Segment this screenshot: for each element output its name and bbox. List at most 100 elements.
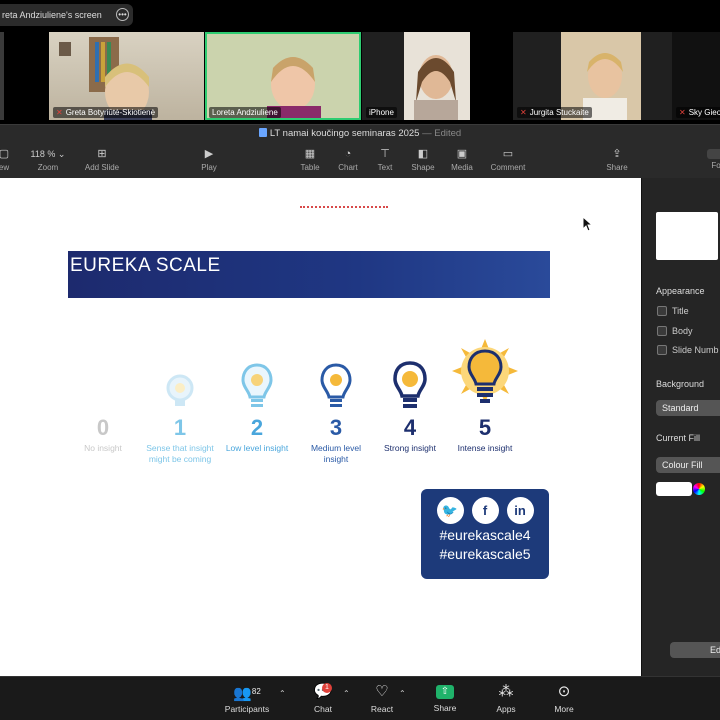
background-select[interactable]: Standard <box>656 400 720 416</box>
video-tile-jurgita[interactable]: ✕ Jurgita Stuckaite <box>513 32 675 120</box>
scale-description: Strong insight <box>384 443 436 453</box>
appearance-heading: Appearance <box>656 286 705 296</box>
add-slide-icon: ⊞ <box>97 148 107 160</box>
chat-button[interactable]: 💬 1 Chat <box>308 683 338 714</box>
bulb-icon <box>450 333 520 413</box>
scale-item-2[interactable]: 2 Low level insight <box>222 333 292 454</box>
chat-options-caret[interactable]: ⌃ <box>343 689 350 698</box>
colour-swatch[interactable] <box>656 482 692 496</box>
title-checkbox[interactable]: Title <box>657 306 689 316</box>
react-options-caret[interactable]: ⌃ <box>399 689 406 698</box>
participant-name: ✕ Sky Gieo <box>676 107 720 118</box>
apps-button[interactable]: ⁂ Apps <box>492 683 520 714</box>
more-icon[interactable]: ••• <box>116 8 129 21</box>
slide-title-bar[interactable]: EUREKA SCALE <box>68 251 550 298</box>
text-icon: ⊤ <box>380 148 390 160</box>
view-icon: ▢ <box>0 148 10 160</box>
play-button[interactable]: ▶ Play <box>196 147 222 172</box>
video-tile-partial[interactable] <box>0 32 4 120</box>
scale-item-5[interactable]: 5 Intense insight <box>450 333 520 454</box>
text-button[interactable]: ⊤ Text <box>373 147 397 172</box>
mic-off-icon: ✕ <box>56 108 63 117</box>
hashtag: #eurekascale5 <box>439 546 531 562</box>
scale-description: Medium level insight <box>310 443 362 464</box>
participant-name: Loreta Andziuliene <box>209 107 281 118</box>
zoom-button[interactable]: 118 % ⌄ Zoom <box>28 147 68 172</box>
share-screen-icon: ⇧ <box>436 685 454 699</box>
chat-unread-badge: 1 <box>322 683 332 693</box>
bulb-icon <box>222 333 292 413</box>
participant-name: ✕ Jurgita Stuckaite <box>517 107 592 118</box>
format-button[interactable]: Fo <box>706 147 720 170</box>
format-icon <box>707 149 720 159</box>
react-button[interactable]: ♡ React <box>367 683 397 714</box>
scale-number: 4 <box>403 415 417 440</box>
scale-description: Low level insight <box>225 443 289 453</box>
shape-icon: ◧ <box>417 148 429 160</box>
scale-number: 1 <box>173 415 187 440</box>
mic-off-icon: ✕ <box>679 108 686 117</box>
chart-button[interactable]: ◔ Chart <box>335 147 361 172</box>
scale-item-1[interactable]: 1 Sense that insight might be coming <box>145 333 215 465</box>
video-tile-loreta[interactable]: Loreta Andziuliene <box>205 32 361 120</box>
fill-type-select[interactable]: Colour Fill <box>656 457 720 473</box>
slide-number-checkbox[interactable]: Slide Numb <box>657 345 719 355</box>
meeting-toolbar: 👥82 Participants ⌃ 💬 1 Chat ⌃ ♡ React ⌃ … <box>0 676 720 720</box>
video-tile-greta[interactable]: ✕ Greta Botyriūtė-Skiotienė <box>49 32 204 120</box>
slide-canvas[interactable]: EUREKA SCALE 0 No insight 1 Sense that i… <box>0 178 641 676</box>
twitter-icon: 🐦 <box>436 497 464 524</box>
slide-layout-thumbnail[interactable] <box>656 212 718 260</box>
scale-number: 0 <box>96 415 110 440</box>
table-icon: ▦ <box>304 148 316 160</box>
facebook-icon: f <box>471 497 499 524</box>
mouse-cursor-icon <box>582 216 594 232</box>
video-tile-iphone[interactable]: iPhone <box>362 32 470 120</box>
edit-button[interactable]: Ed <box>670 642 720 658</box>
scale-description: No insight <box>84 443 122 453</box>
participant-name: ✕ Greta Botyriūtė-Skiotienė <box>53 107 159 118</box>
share-button[interactable]: ⇪ Share <box>603 147 631 172</box>
zoom-value: 118 % ⌄ <box>30 149 66 159</box>
play-icon: ▶ <box>204 148 214 160</box>
table-button[interactable]: ▦ Table <box>297 147 323 172</box>
scale-description: Intense insight <box>457 443 513 453</box>
participants-button[interactable]: 👥82 Participants <box>222 683 272 714</box>
view-button[interactable]: ▢ ew <box>0 147 12 172</box>
body-checkbox[interactable]: Body <box>657 326 693 336</box>
bulb-icon <box>145 333 215 413</box>
share-screen-button[interactable]: ⇧ Share <box>430 683 460 713</box>
shape-button[interactable]: ◧ Shape <box>408 147 438 172</box>
scale-item-0[interactable]: 0 No insight <box>68 333 138 454</box>
video-tile-sky[interactable]: ✕ Sky Gieo <box>672 32 720 120</box>
slide-title: EUREKA SCALE <box>70 255 221 276</box>
social-hashtag-box[interactable]: 🐦 f in #eurekascale4 #eurekascale5 <box>421 489 549 579</box>
share-banner-label: reta Andziuliene's screen <box>2 10 102 20</box>
scale-number: 5 <box>478 415 492 440</box>
keynote-toolbar: LT namai koučingo seminaras 2025 — Edite… <box>0 124 720 178</box>
scale-item-4[interactable]: 4 Strong insight <box>375 333 445 454</box>
bulb-icon <box>68 333 138 413</box>
add-slide-button[interactable]: ⊞ Add Slide <box>80 147 124 172</box>
chart-icon: ◔ <box>344 148 352 160</box>
heart-icon: ♡ <box>375 683 389 700</box>
share-icon: ⇪ <box>612 148 622 160</box>
current-fill-heading: Current Fill <box>656 433 701 443</box>
screen-share-banner[interactable]: reta Andziuliene's screen ••• <box>0 4 133 26</box>
comment-button[interactable]: ▭ Comment <box>487 147 529 172</box>
slide-marker <box>300 206 388 208</box>
media-button[interactable]: ▣ Media <box>448 147 476 172</box>
background-heading: Background <box>656 379 705 389</box>
scale-item-3[interactable]: 3 Medium level insight <box>301 333 371 465</box>
format-inspector: Appearance Title Body Slide Numb Backgro… <box>641 178 720 676</box>
linkedin-icon: in <box>506 497 534 524</box>
participant-video-strip: ✕ Greta Botyriūtė-Skiotienė Loreta Andziu… <box>0 32 720 120</box>
scale-description: Sense that insight might be coming <box>146 443 214 464</box>
scale-number: 3 <box>329 415 343 440</box>
colour-wheel-icon[interactable] <box>693 483 705 495</box>
media-icon: ▣ <box>456 148 468 160</box>
participants-options-caret[interactable]: ⌃ <box>279 689 286 698</box>
bulb-icon <box>301 333 371 413</box>
participants-icon: 👥82 <box>233 685 261 702</box>
more-icon: ⊙ <box>557 683 571 700</box>
more-button[interactable]: ⊙ More <box>550 683 578 714</box>
